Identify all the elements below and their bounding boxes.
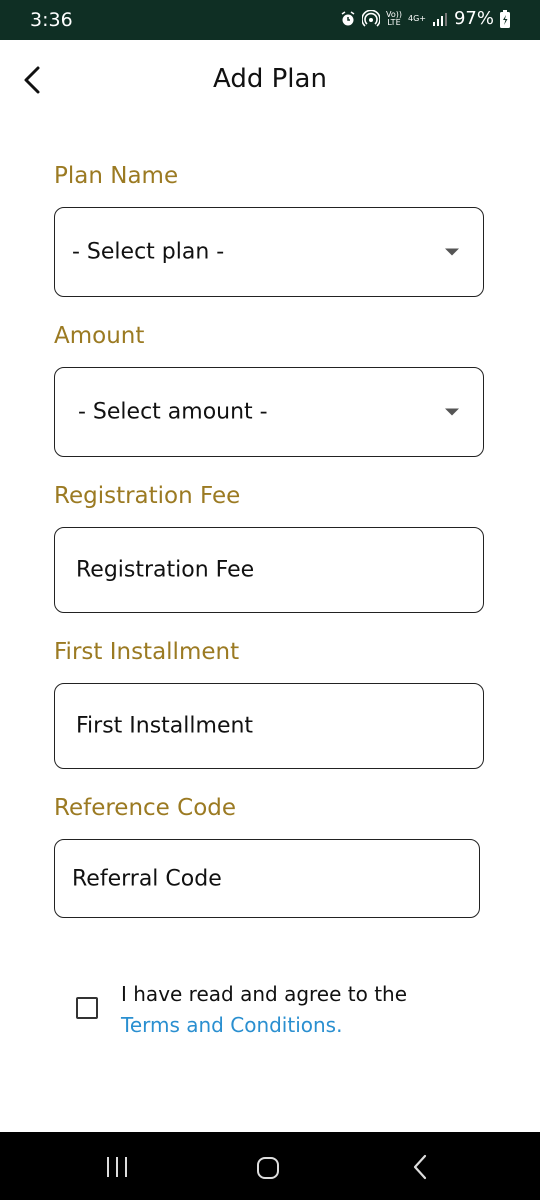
registration-fee-placeholder: Registration Fee: [76, 557, 255, 583]
first-installment-input[interactable]: First Installment: [54, 683, 484, 769]
page-title: Add Plan: [213, 64, 327, 94]
status-icons: Vo)) LTE 4G+ 97%: [340, 8, 510, 29]
amount-select-value: - Select amount -: [78, 399, 268, 425]
terms-checkbox[interactable]: [76, 997, 98, 1019]
terms-text: I have read and agree to the: [121, 982, 408, 1006]
registration-fee-label: Registration Fee: [54, 483, 241, 509]
back-nav-icon[interactable]: [410, 1154, 430, 1180]
hotspot-icon: [361, 9, 380, 27]
status-time: 3:36: [30, 9, 73, 31]
amount-select[interactable]: - Select amount -: [54, 367, 484, 457]
plan-select-value: - Select plan -: [72, 239, 225, 265]
referral-code-input[interactable]: Referral Code: [54, 839, 480, 918]
dropdown-arrow-icon: [445, 408, 459, 416]
first-installment-placeholder: First Installment: [76, 713, 254, 739]
status-bar: 3:36 Vo)) LTE 4G+ 97%: [0, 0, 540, 40]
recent-apps-icon[interactable]: [105, 1156, 129, 1178]
battery-level: 97%: [453, 8, 494, 29]
volte-indicator: Vo)) LTE: [385, 9, 402, 27]
dropdown-arrow-icon: [445, 248, 459, 256]
referral-code-placeholder: Referral Code: [72, 866, 222, 891]
signal-icon: [432, 12, 447, 26]
reference-code-label: Reference Code: [54, 795, 237, 821]
first-installment-label: First Installment: [54, 639, 240, 665]
amount-label: Amount: [54, 323, 145, 349]
plan-select[interactable]: - Select plan -: [54, 207, 484, 297]
app-bar: Add Plan: [0, 40, 540, 120]
registration-fee-input[interactable]: Registration Fee: [54, 527, 484, 613]
navigation-bar: [0, 1132, 540, 1200]
battery-icon: [500, 9, 510, 28]
terms-link[interactable]: Terms and Conditions.: [121, 1013, 342, 1037]
network-type: 4G+: [407, 13, 426, 23]
plan-name-label: Plan Name: [54, 163, 179, 189]
alarm-icon: [341, 10, 355, 25]
home-icon[interactable]: [256, 1156, 280, 1180]
